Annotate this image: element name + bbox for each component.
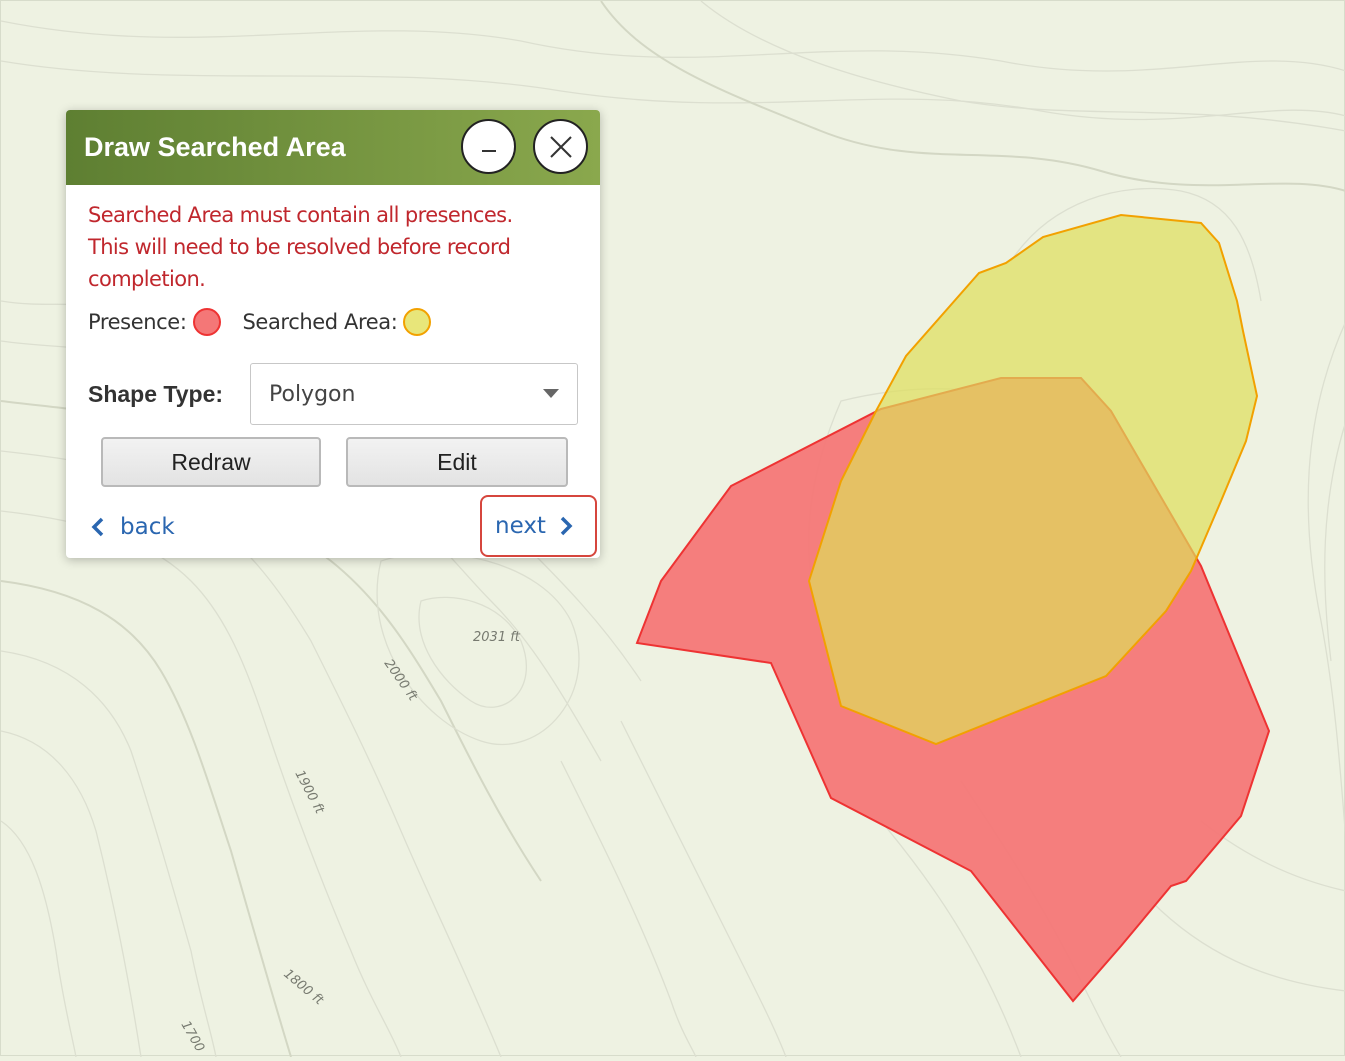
searched-area-legend-label: Searched Area: [242, 310, 398, 334]
chevron-down-icon [543, 389, 559, 398]
elevation-label-2000: 2000 ft [381, 657, 421, 705]
legend: Presence: Searched Area: [88, 305, 578, 339]
elevation-label-1800: 1800 ft [280, 967, 326, 1009]
panel-body: Searched Area must contain all presences… [66, 185, 600, 487]
validation-warning: Searched Area must contain all presences… [88, 199, 588, 295]
shape-type-label: Shape Type: [88, 380, 224, 407]
chevron-right-icon [560, 516, 573, 536]
redraw-button[interactable]: Redraw [101, 437, 321, 487]
minimize-button[interactable] [461, 119, 516, 174]
next-link[interactable]: next [480, 495, 597, 557]
shape-type-row: Shape Type: Polygon [88, 363, 578, 425]
elevation-label-1700: 1700 [178, 1019, 208, 1055]
draw-searched-area-panel: Draw Searched Area Searched Area must co… [66, 110, 600, 558]
next-label: next [495, 513, 546, 539]
warning-line: Searched Area must contain all presences… [88, 203, 513, 227]
panel-title: Draw Searched Area [84, 132, 346, 162]
panel-header: Draw Searched Area [66, 110, 600, 185]
close-icon [549, 135, 572, 158]
back-label: back [120, 514, 175, 540]
close-button[interactable] [533, 119, 588, 174]
presence-swatch [192, 308, 221, 336]
minimize-icon [481, 149, 496, 152]
elevation-label-1900: 1900 ft [291, 768, 327, 817]
elevation-label-2031: 2031 ft [473, 630, 521, 645]
back-link[interactable]: back [90, 514, 175, 540]
warning-line: This will need to be resolved before rec… [88, 235, 511, 259]
navigation-row: back next [66, 495, 600, 558]
searched-area-swatch [403, 308, 432, 336]
shape-type-select[interactable]: Polygon [250, 363, 578, 425]
action-buttons: Redraw Edit [101, 437, 578, 487]
warning-line: completion. [88, 267, 206, 291]
edit-button[interactable]: Edit [346, 437, 568, 487]
shape-type-value: Polygon [269, 381, 356, 407]
presence-legend-label: Presence: [88, 310, 187, 334]
chevron-left-icon [91, 517, 104, 537]
